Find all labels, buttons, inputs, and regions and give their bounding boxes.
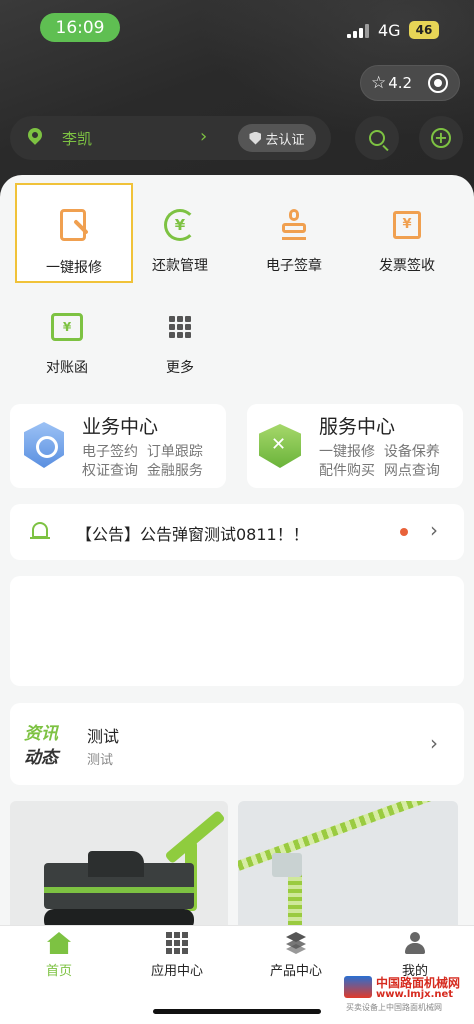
network-type: 4G — [378, 21, 401, 40]
product-image-excavator[interactable] — [10, 801, 228, 931]
business-link[interactable]: 权证查询 金融服务 — [82, 460, 203, 480]
shield-icon — [249, 131, 262, 145]
service-center-title: 服务中心 — [319, 416, 396, 438]
product-image-tower-crane[interactable] — [238, 801, 458, 931]
quick-action-invoice[interactable]: ¥ 发票签收 — [348, 183, 466, 283]
service-link-label[interactable]: 一键报修 — [319, 444, 375, 460]
notice-text: 【公告】公告弹窗测试0811！！ — [76, 525, 309, 544]
quick-action-repair[interactable]: 一键报修 — [15, 183, 133, 283]
business-link-label[interactable]: 订单跟踪 — [147, 444, 203, 460]
tab-app-center[interactable]: 应用中心 — [118, 932, 236, 979]
crane-cab — [272, 853, 302, 877]
invoice-icon: ¥ — [387, 205, 427, 245]
quick-action-stamp[interactable]: 电子签章 — [235, 183, 353, 283]
service-badge-icon — [259, 424, 301, 468]
news-title: 测试 — [87, 727, 120, 746]
person-icon — [404, 932, 426, 954]
business-link[interactable]: 电子签约 订单跟踪 — [82, 441, 203, 461]
verify-button[interactable]: 去认证 — [238, 124, 316, 152]
home-icon — [47, 932, 71, 954]
user-location-bar[interactable]: 李凯 › 去认证 — [10, 116, 331, 160]
quick-action-label: 电子签章 — [266, 258, 322, 274]
statement-icon: ¥ — [47, 307, 87, 347]
business-center-card[interactable]: 业务中心 电子签约 订单跟踪 权证查询 金融服务 — [10, 404, 226, 488]
layers-icon — [283, 932, 309, 954]
close-target-icon[interactable] — [428, 73, 448, 93]
quick-action-more[interactable]: 更多 — [121, 285, 239, 385]
quick-action-label: 还款管理 — [152, 258, 208, 274]
tab-home[interactable]: 首页 — [0, 932, 118, 979]
service-link[interactable]: 配件购买 网点查询 — [319, 460, 440, 480]
business-link-label[interactable]: 电子签约 — [82, 444, 138, 460]
banner-placeholder — [10, 576, 464, 686]
service-link[interactable]: 一键报修 设备保养 — [319, 441, 440, 461]
tab-label: 首页 — [45, 964, 72, 979]
service-link-label[interactable]: 网点查询 — [384, 463, 440, 479]
stamp-icon — [274, 205, 314, 245]
excavator-cab — [88, 851, 144, 877]
search-icon — [369, 130, 385, 146]
chevron-right-icon: › — [430, 731, 438, 755]
business-center-title: 业务中心 — [82, 416, 159, 438]
tab-label: 产品中心 — [269, 964, 322, 979]
battery-indicator: 46 — [409, 21, 439, 39]
unread-dot — [400, 528, 408, 536]
business-link-label[interactable]: 金融服务 — [147, 463, 203, 479]
apps-grid-icon — [166, 932, 188, 954]
quick-action-repayment[interactable]: ¥ 还款管理 — [121, 183, 239, 283]
watermark-line3: 买卖设备上中国路面机械网 — [346, 1003, 442, 1012]
tab-product-center[interactable]: 产品中心 — [237, 932, 355, 979]
excavator-stripe — [44, 887, 194, 893]
crane-jib — [238, 801, 458, 871]
business-badge-icon — [24, 422, 64, 468]
rating-value: 4.2 — [388, 74, 413, 92]
news-subtitle: 测试 — [87, 753, 114, 768]
watermark: 中国路面机械网 www.lmjx.net 买卖设备上中国路面机械网 — [344, 972, 470, 1014]
add-button[interactable]: + — [419, 116, 463, 160]
watermark-line2: www.lmjx.net — [376, 989, 454, 1000]
bell-icon — [30, 522, 50, 539]
news-card[interactable]: 资讯 动态 测试 测试 › — [10, 703, 464, 785]
status-time: 16:09 — [40, 13, 120, 42]
star-icon: ☆ — [371, 73, 387, 93]
miniprogram-capsule[interactable]: ☆ 4.2 — [360, 65, 460, 101]
watermark-logo-icon — [344, 976, 372, 998]
tab-label: 应用中心 — [150, 964, 203, 979]
verify-label: 去认证 — [265, 132, 305, 148]
quick-action-label: 发票签收 — [379, 258, 435, 274]
repayment-icon: ¥ — [160, 205, 200, 245]
quick-action-label: 更多 — [166, 360, 194, 376]
chevron-right-icon: › — [200, 126, 208, 147]
user-name: 李凯 — [62, 130, 93, 148]
quick-action-label: 对账函 — [46, 360, 88, 376]
search-button[interactable] — [355, 116, 399, 160]
location-pin-icon — [25, 125, 45, 145]
grid-icon — [160, 307, 200, 347]
chevron-right-icon: › — [430, 518, 438, 542]
service-link-label[interactable]: 设备保养 — [384, 444, 440, 460]
quick-action-statement[interactable]: ¥ 对账函 — [8, 285, 126, 385]
business-link-label[interactable]: 权证查询 — [82, 463, 138, 479]
quick-action-label: 一键报修 — [46, 260, 102, 276]
service-link-label[interactable]: 配件购买 — [319, 463, 375, 479]
news-logo-bottom: 动态 — [24, 748, 58, 768]
news-logo-top: 资讯 — [24, 724, 58, 744]
signal-icon — [347, 24, 371, 38]
notice-bar[interactable]: 【公告】公告弹窗测试0811！！ › — [10, 504, 464, 560]
plus-icon: + — [431, 128, 451, 148]
home-indicator — [153, 1009, 321, 1014]
service-center-card[interactable]: 服务中心 一键报修 设备保养 配件购买 网点查询 — [247, 404, 463, 488]
repair-icon — [54, 207, 94, 247]
